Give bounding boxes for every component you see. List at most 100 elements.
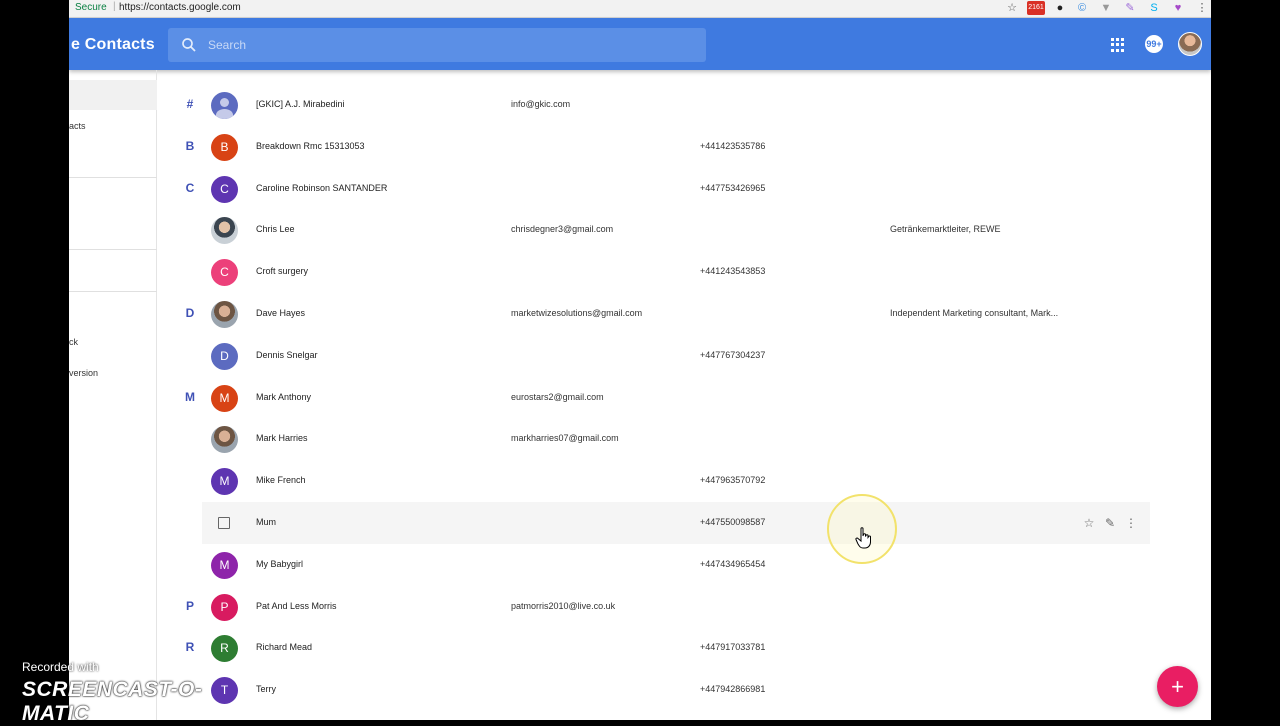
browser-address-bar: Secure | https://contacts.google.com ☆ 2… [69,0,1211,18]
gmail-extension-icon[interactable]: 2161 [1027,1,1045,15]
contact-email: chrisdegner3@gmail.com [511,224,614,235]
contact-row[interactable]: B B Breakdown Rmc 15313053 +441423535786 [186,126,1150,168]
contact-name: Chris Lee [256,224,295,235]
extension-pen-icon[interactable]: ✎ [1123,1,1137,15]
contact-avatar[interactable]: R [211,635,238,663]
contact-email: marketwizesolutions@gmail.com [511,308,643,318]
screencast-watermark: Recorded with SCREENCAST-O-MATIC [22,660,252,725]
add-contact-button[interactable]: + [1157,666,1198,707]
app-title: e Contacts [71,36,155,53]
contact-avatar[interactable] [211,426,238,454]
sidebar-item-feedback[interactable]: ck [69,337,78,347]
contact-name: Mike French [256,475,306,486]
contact-email: info@gkic.com [511,99,571,109]
skype-icon[interactable]: S [1147,1,1161,15]
section-letter: D [185,306,195,320]
contact-phone: +441243543853 [700,266,766,277]
contact-name: [GKIC] A.J. Mirabedini [256,99,345,109]
contact-email: patmorris2010@live.co.uk [511,600,616,611]
contact-list: # [GKIC] A.J. Mirabedini info@gkic.com B B Br… [157,70,1211,720]
sidebar-item-selected[interactable] [69,80,157,110]
section-letter: P [185,598,194,613]
contact-avatar[interactable]: M [211,384,238,412]
contact-name: Terry [256,684,276,695]
sidebar-divider [69,177,157,178]
contact-email: eurostars2@gmail.com [511,391,604,402]
contact-row[interactable]: R R Richard Mead +447917033781 [186,627,1150,669]
contact-name: My Babygirl [256,558,304,569]
contact-row[interactable]: Chris Lee chrisdegner3@gmail.com Getränkem… [202,209,1150,251]
contact-email: markharries07@gmail.com [511,433,619,444]
contact-row[interactable]: M Mike French +447963570792 [202,460,1150,502]
contact-row[interactable]: Mum +447550098587 ☆ ✎ ⋮ [202,502,1150,544]
contact-phone: +447753426965 [700,182,766,193]
contact-avatar[interactable]: M [211,468,238,496]
contact-job-title: Independent Marketing consultant, Mark..… [890,308,1059,318]
section-letter: # [186,97,194,111]
contact-avatar[interactable]: C [211,175,238,203]
search-box[interactable] [168,28,706,62]
contact-name: Richard Mead [256,642,313,653]
contact-row[interactable]: T Terry +447942866981 [202,669,1150,711]
search-input[interactable] [208,36,688,54]
contact-phone: +441423535786 [700,140,766,151]
contact-avatar[interactable]: P [211,593,238,621]
contact-phone: +447963570792 [700,475,766,486]
sidebar-item-contacts[interactable]: acts [69,121,86,131]
contact-name: Mark Harries [256,433,308,444]
more-vert-icon[interactable]: ⋮ [1124,515,1138,531]
pencil-icon[interactable]: ✎ [1103,515,1117,531]
contact-avatar[interactable]: D [211,342,238,370]
contact-row[interactable]: # [GKIC] A.J. Mirabedini info@gkic.com [187,84,1150,126]
contact-name: Dennis Snelgar [256,349,318,360]
section-letter: R [185,640,195,655]
browser-menu-icon[interactable]: ⋮ [1195,1,1209,15]
contact-row[interactable]: C Croft surgery +441243543853 [202,251,1150,293]
extension-dark-icon[interactable]: ● [1053,1,1067,15]
account-avatar[interactable] [1178,32,1202,56]
contact-phone: +447767304237 [700,349,766,360]
bookmark-star-icon[interactable]: ☆ [1005,1,1019,15]
section-letter: M [185,389,195,404]
star-icon[interactable]: ☆ [1082,515,1096,531]
app-header: e Contacts 99+ [69,18,1211,70]
contact-name: Mum [256,517,276,527]
contact-phone: +447917033781 [700,642,766,653]
url-separator: | [113,1,116,12]
contact-avatar[interactable] [211,301,238,328]
contact-name: Caroline Robinson SANTANDER [256,182,388,193]
extension-purple-icon[interactable]: ♥ [1171,1,1185,15]
contact-name: Pat And Less Morris [256,600,337,611]
url-text[interactable]: https://contacts.google.com [119,2,241,13]
contact-row[interactable]: C C Caroline Robinson SANTANDER +4477534269… [186,168,1150,210]
contact-job-title: Getränkemarktleiter, REWE [890,224,1001,235]
contact-name: Mark Anthony [256,391,312,402]
section-letter: B [185,138,195,153]
search-icon [182,38,196,52]
contact-avatar[interactable] [211,92,238,119]
contact-row[interactable]: P P Pat And Less Morris patmorris2010@live.… [186,586,1150,628]
row-actions: ☆ ✎ ⋮ [1082,515,1142,531]
select-checkbox[interactable] [218,517,230,529]
contact-avatar[interactable]: C [211,259,238,287]
sidebar-divider [69,291,157,292]
google-apps-icon[interactable] [1111,38,1125,52]
sidebar-item-old-version[interactable]: version [69,368,98,378]
sidebar: acts ck version [69,70,157,720]
contact-avatar[interactable]: M [211,551,238,579]
contact-name: Dave Hayes [256,308,306,318]
contact-avatar[interactable]: B [211,133,238,161]
contact-avatar[interactable] [211,217,238,245]
extension-c-icon[interactable]: © [1075,1,1089,15]
extension-filter-icon[interactable]: ▼ [1099,1,1113,15]
contact-name: Breakdown Rmc 15313053 [256,140,365,151]
contact-row[interactable]: M My Babygirl +447434965454 [202,544,1150,586]
contact-row[interactable]: D Dave Hayes marketwizesolutions@gmail.com… [186,293,1150,335]
contact-phone: +447942866981 [700,684,766,695]
contact-row[interactable]: M M Mark Anthony eurostars2@gmail.com [185,377,1150,419]
contact-phone: +447550098587 [700,517,766,527]
contact-row[interactable]: Mark Harries markharries07@gmail.com [202,418,1150,460]
contacts-window: Secure | https://contacts.google.com ☆ 2… [69,0,1211,720]
contact-row[interactable]: D Dennis Snelgar +447767304237 [202,335,1150,377]
notifications-badge[interactable]: 99+ [1145,35,1163,53]
